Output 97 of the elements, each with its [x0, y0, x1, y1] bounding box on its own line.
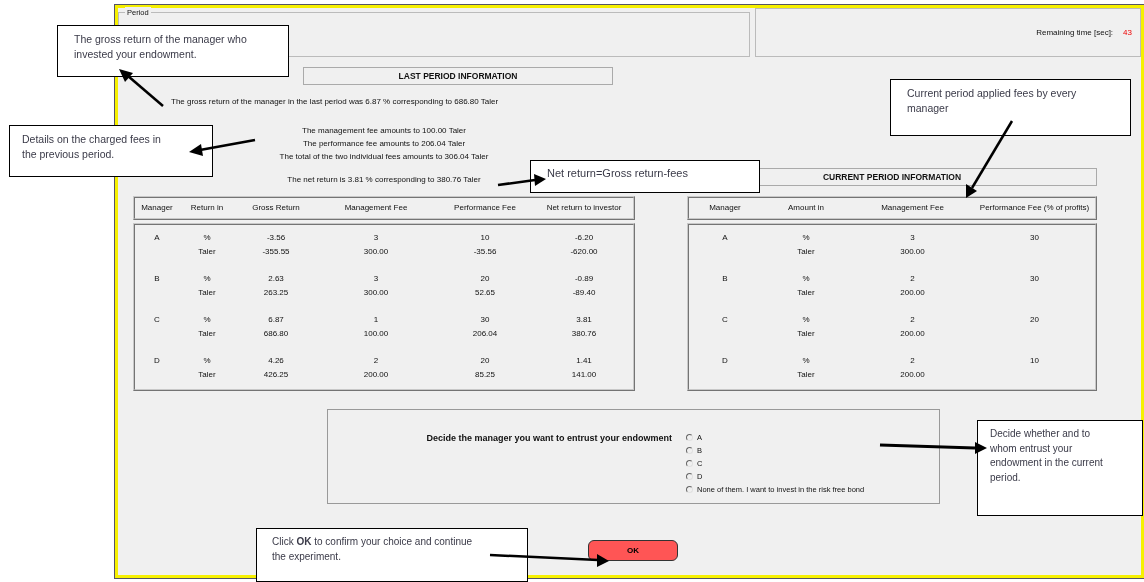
table-cell-text: Taler [197, 327, 217, 340]
table-cell-text: B [153, 273, 161, 285]
table-cell-text: 6.87 [267, 314, 285, 326]
table-cell-text: -0.89 [573, 273, 595, 285]
table-cell-text: C [153, 314, 161, 326]
table-cell-text: -3.56 [265, 232, 287, 244]
table-cell-text: 3 [372, 273, 380, 285]
column-header: Management Fee [343, 202, 409, 214]
table-cell-text: 426.25 [262, 368, 290, 381]
table-cell-text: 1.41 [575, 355, 593, 367]
table-cell-text: % [801, 314, 811, 326]
table-cell-text: 20 [479, 273, 491, 285]
table-cell-text: 200.00 [899, 327, 926, 340]
arrow [119, 69, 164, 107]
column-header: Gross Return [251, 202, 301, 214]
column-header: Net return to investor [545, 202, 623, 214]
table-cell-text: 2 [909, 355, 916, 367]
table-cell-text: 1 [372, 314, 380, 326]
table-cell-text: Taler [197, 286, 217, 299]
table-cell-text: 30 [479, 314, 491, 326]
table-cell-text: 20 [479, 355, 491, 367]
table-cell-text: -620.00 [569, 245, 599, 258]
column-header: Performance Fee (% of profits) [978, 202, 1091, 214]
table-cell-text: 3 [372, 232, 380, 244]
table-cell-text: 300.00 [362, 245, 390, 258]
table-cell-text: 200.00 [362, 368, 390, 381]
table-cell-text: % [202, 273, 212, 285]
table-cell-text: 263.25 [262, 286, 290, 299]
table-cell-text: 141.00 [570, 368, 598, 381]
table-cell-text: % [801, 232, 811, 244]
fee-text: The performance fee amounts to 206.04 Taler [302, 139, 466, 148]
remaining-time-value: 43 [1123, 26, 1132, 39]
ok-button[interactable]: OK [588, 540, 678, 561]
table-cell-text: Taler [796, 286, 816, 299]
table-cell-text: % [801, 273, 811, 285]
table-cell-text: D [153, 355, 161, 367]
table-cell-text: 3.81 [575, 314, 593, 326]
callout: Current period applied fees by every manager [890, 79, 1131, 136]
table-cell-text: -355.55 [261, 245, 291, 258]
table-cell-text: 85.25 [474, 368, 496, 381]
table-cell-text: 20 [1029, 314, 1040, 326]
table-cell-text: Taler [796, 245, 816, 258]
table-cell-text: % [202, 355, 212, 367]
table-cell-text: Taler [197, 245, 217, 258]
table-cell-text: 30 [1029, 232, 1040, 244]
callout: Details on the charged fees in the previous period. [9, 125, 213, 177]
table-cell-text: 300.00 [362, 286, 390, 299]
column-header: Manager [708, 202, 742, 214]
table-cell-text: 686.80 [262, 327, 290, 340]
table-cell-text: A [721, 232, 729, 244]
section-title: LAST PERIOD INFORMATION [303, 67, 613, 85]
decision-prompt: Decide the manager you want to entrust your endowment [425, 432, 672, 444]
callout: Click OK to confirm your choice and continue the experiment. [256, 528, 528, 582]
table-cell-text: 200.00 [899, 368, 926, 381]
table-cell-text: % [801, 355, 811, 367]
table-cell-text: A [153, 232, 161, 244]
gross-return-text: The gross return of the manager in the last period was 6.87 % corresponding to 686.80 Taler [170, 96, 499, 108]
table-cell-text: 10 [1029, 355, 1040, 367]
table-cell-text: B [721, 273, 729, 285]
table-cell-text: 30 [1029, 273, 1040, 285]
table-cell-text: -89.40 [571, 286, 597, 299]
table-cell-text: C [721, 314, 729, 326]
table-cell-text: -6.20 [573, 232, 595, 244]
callout: The gross return of the manager who invested your endowment. [57, 25, 289, 77]
table-cell-text: 2 [372, 355, 380, 367]
table-cell-text: 100.00 [362, 327, 390, 340]
table-cell-text: 2.63 [267, 273, 285, 285]
fee-text: The total of the two individual fees amounts to 306.04 Taler [279, 152, 489, 161]
table-cell-text: 200.00 [899, 286, 926, 299]
table-cell-text: 380.76 [570, 327, 598, 340]
arrow [497, 174, 546, 187]
fee-text: The management fee amounts to 100.00 Taler [302, 126, 466, 135]
table-cell-text: Taler [796, 368, 816, 381]
table-cell-text: 52.65 [474, 286, 496, 299]
column-header: Return in [189, 202, 225, 214]
table-cell-text: -35.56 [472, 245, 498, 258]
table-cell-text: 2 [909, 314, 916, 326]
remaining-time-label: Remaining time [sec]: [1036, 26, 1114, 39]
table-cell-text: % [202, 314, 212, 326]
column-header: Manager [140, 202, 174, 214]
table-cell-text: D [721, 355, 729, 367]
column-header: Management Fee [880, 202, 945, 214]
table-cell-text: 3 [909, 232, 916, 244]
table-cell-text: 4.26 [267, 355, 285, 367]
callout: Net return=Gross return-fees [530, 160, 760, 193]
table-cell-text: 206.04 [471, 327, 499, 340]
net-return-text: The net return is 3.81 % corresponding to 380.76 Taler [287, 175, 481, 184]
table-cell-text: 2 [909, 273, 916, 285]
arrow [189, 138, 256, 156]
column-header: Performance Fee [453, 202, 517, 214]
callout: Decide whether and to whom entrust your endowment in the current period. [977, 420, 1143, 516]
table-cell-text: Taler [197, 368, 217, 381]
table-cell-text: 10 [479, 232, 491, 244]
table-cell-text: % [202, 232, 212, 244]
table-cell-text: 300.00 [899, 245, 926, 258]
column-header: Amount in [787, 202, 825, 214]
table-cell-text: Taler [796, 327, 816, 340]
